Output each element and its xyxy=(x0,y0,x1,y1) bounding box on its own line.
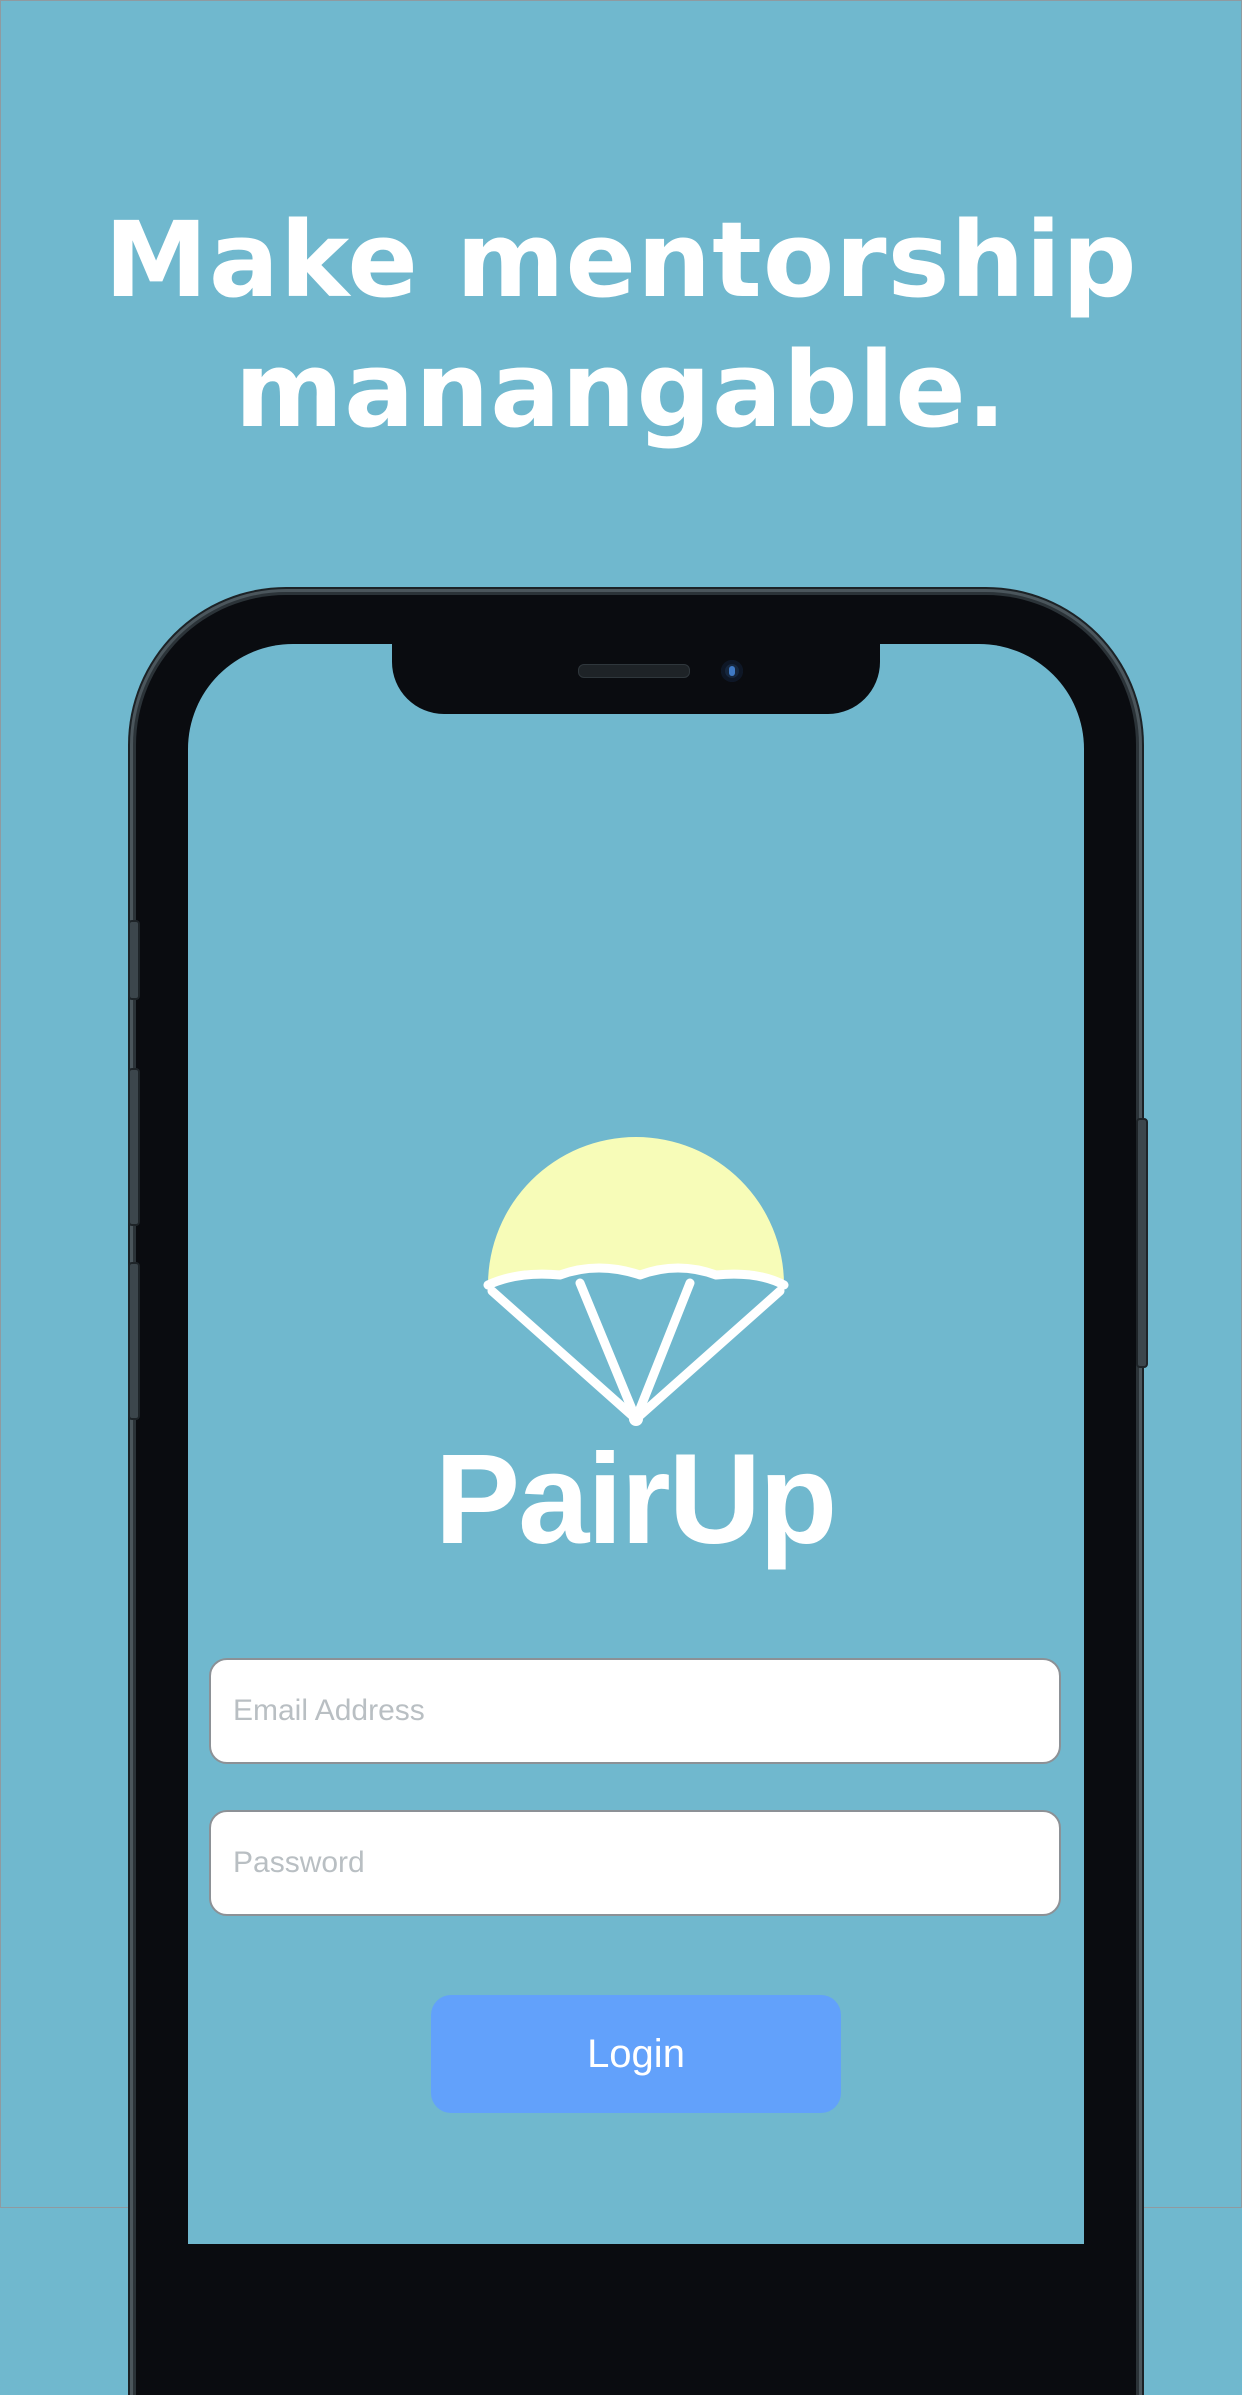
password-field[interactable] xyxy=(209,1810,1061,1916)
parachute-canopy xyxy=(488,1137,784,1285)
parachute-icon xyxy=(483,1137,789,1426)
phone-volume-up-button xyxy=(128,1068,140,1226)
app-name: PairUp xyxy=(434,1428,838,1571)
phone-mute-switch xyxy=(128,920,140,1000)
parachute-lines xyxy=(487,1278,785,1424)
parachute-canopy-edge xyxy=(483,1263,789,1290)
phone-volume-down-button xyxy=(128,1262,140,1420)
phone-camera xyxy=(721,660,743,682)
promo-headline: Make mentorship manangable. xyxy=(0,195,1242,455)
email-field[interactable] xyxy=(209,1658,1061,1764)
headline-line-2: manangable. xyxy=(234,329,1008,451)
phone-power-button xyxy=(1136,1118,1148,1368)
headline-line-1: Make mentorship xyxy=(104,199,1138,321)
phone-speaker xyxy=(578,664,690,678)
login-button[interactable]: Login xyxy=(431,1995,841,2113)
parachute-knot xyxy=(629,1412,643,1426)
